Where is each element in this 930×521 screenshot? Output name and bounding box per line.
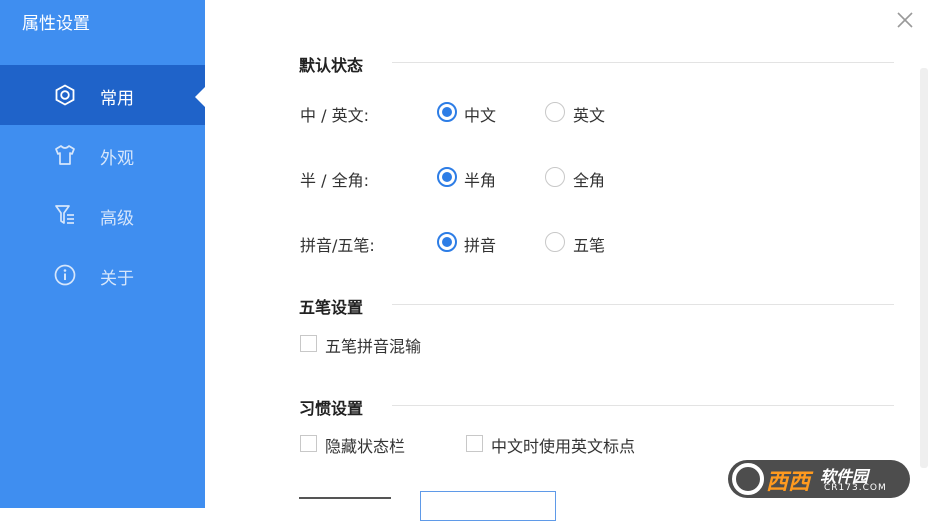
gear-icon: [55, 84, 75, 106]
info-icon: [54, 264, 76, 286]
radio-half-width[interactable]: [437, 167, 457, 187]
sidebar-item-about[interactable]: 关于: [0, 245, 205, 305]
cut-off-section-title: [299, 497, 391, 502]
row-label-half-full-width: 半 / 全角:: [300, 171, 369, 190]
section-title-wubi: 五笔设置: [299, 298, 364, 317]
sidebar-item-advanced[interactable]: 高级: [0, 185, 205, 245]
filter-icon: [55, 205, 74, 224]
checkbox-label-hide-status-bar: 隐藏状态栏: [325, 437, 406, 456]
cut-off-button[interactable]: [420, 491, 556, 521]
sidebar-item-label: 高级: [100, 209, 134, 229]
option-label-english: 英文: [573, 106, 606, 125]
radio-wubi[interactable]: [545, 232, 565, 252]
watermark-c-icon: [732, 463, 764, 495]
row-label-pinyin-wubi: 拼音/五笔:: [300, 236, 375, 255]
sidebar-item-label: 外观: [100, 149, 134, 169]
radio-english[interactable]: [545, 102, 565, 122]
sidebar-item-label: 常用: [100, 89, 134, 109]
watermark-logo: 西西 软件园 CR173.COM: [728, 460, 910, 498]
radio-full-width[interactable]: [545, 167, 565, 187]
sidebar-item-appearance[interactable]: 外观: [0, 125, 205, 185]
section-title-habit: 习惯设置: [299, 399, 364, 418]
sidebar-item-label: 关于: [100, 269, 134, 289]
option-label-pinyin: 拼音: [464, 236, 497, 255]
checkbox-label-english-punctuation: 中文时使用英文标点: [491, 437, 636, 456]
option-label-full-width: 全角: [573, 171, 606, 190]
scrollbar[interactable]: [920, 68, 928, 468]
section-divider: [392, 62, 894, 63]
sidebar-item-common[interactable]: 常用: [0, 65, 205, 125]
option-label-wubi: 五笔: [573, 236, 606, 255]
shirt-icon: [55, 145, 75, 165]
radio-pinyin[interactable]: [437, 232, 457, 252]
checkbox-wubi-pinyin-mixed[interactable]: [300, 335, 317, 352]
checkbox-hide-status-bar[interactable]: [300, 435, 317, 452]
option-label-half-width: 半角: [464, 171, 497, 190]
section-divider: [392, 405, 894, 406]
checkbox-english-punctuation[interactable]: [466, 435, 483, 452]
section-title-default-state: 默认状态: [299, 56, 364, 75]
close-icon[interactable]: [893, 8, 917, 32]
option-label-chinese: 中文: [464, 106, 497, 125]
watermark-brand: 西西: [766, 470, 811, 495]
row-label-chinese-english: 中 / 英文:: [300, 106, 369, 125]
section-divider: [392, 304, 894, 305]
app-title: 属性设置: [22, 14, 90, 34]
radio-chinese[interactable]: [437, 102, 457, 122]
watermark-url: CR173.COM: [824, 483, 887, 493]
active-pointer: [195, 87, 205, 107]
sidebar: 属性设置 常用 外观 高级 关于: [0, 0, 205, 508]
checkbox-label-wubi-pinyin-mixed: 五笔拼音混输: [325, 337, 422, 356]
